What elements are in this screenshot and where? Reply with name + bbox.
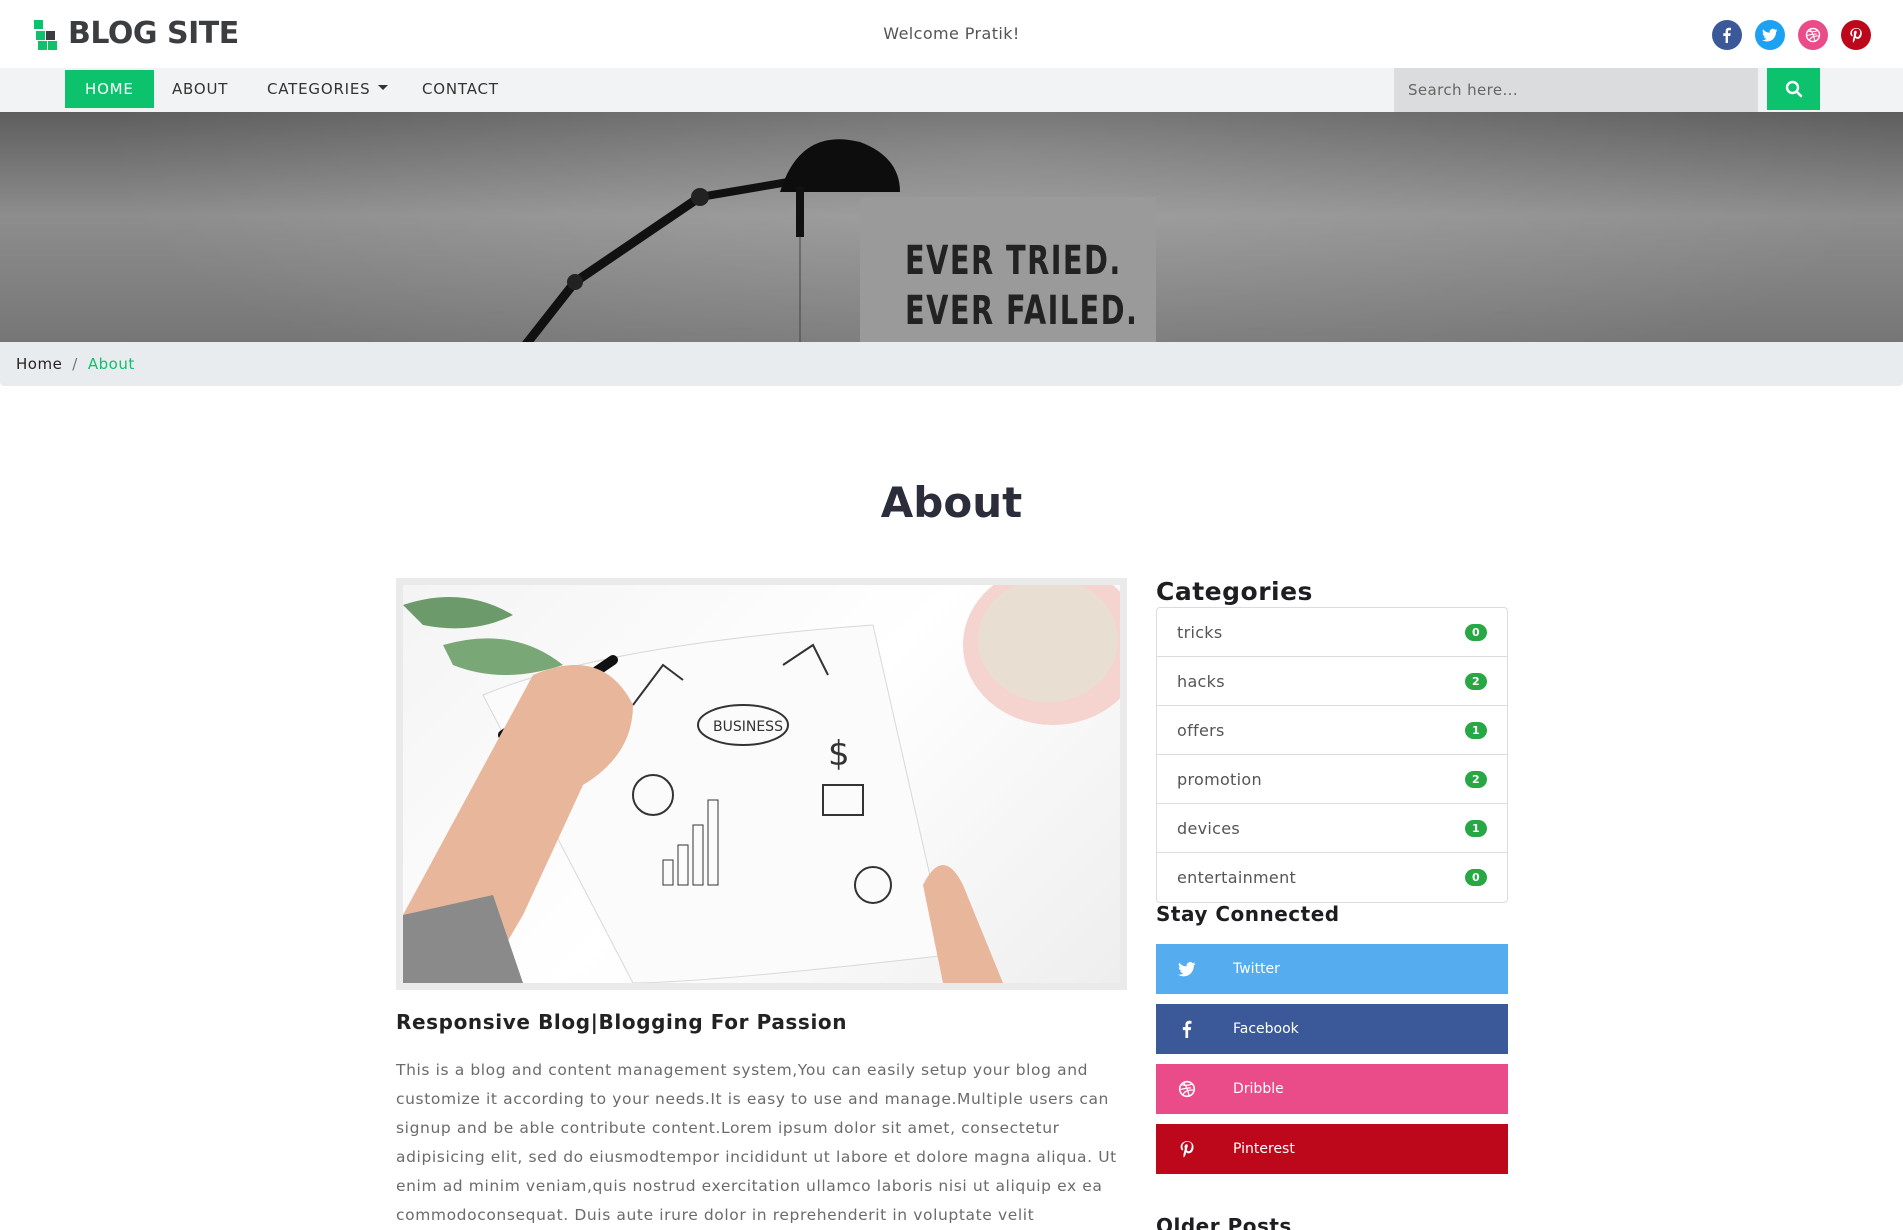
page-title: About — [880, 478, 1023, 527]
svg-text:BUSINESS: BUSINESS — [713, 719, 783, 735]
business-sketch-illustration: BUSINESS $ — [403, 585, 1120, 983]
pinterest-button[interactable]: Pinterest — [1156, 1124, 1508, 1174]
nav-about[interactable]: ABOUT — [152, 70, 248, 108]
nav-categories-dropdown[interactable]: CATEGORIES — [247, 70, 408, 108]
dribbble-button-label: Dribble — [1233, 1081, 1284, 1097]
notebook-drawing: BUSINESS $ — [403, 585, 1120, 983]
category-name: promotion — [1177, 769, 1262, 789]
category-item[interactable]: tricks 0 — [1157, 608, 1507, 657]
main-navbar: HOME ABOUT CATEGORIES CONTACT — [0, 68, 1903, 112]
category-count-badge: 1 — [1465, 721, 1487, 739]
facebook-button-label: Facebook — [1233, 1021, 1299, 1037]
search-icon — [1785, 80, 1802, 98]
post-body: This is a blog and content management sy… — [396, 1061, 1117, 1224]
facebook-button[interactable]: Facebook — [1156, 1004, 1508, 1054]
breadcrumb-current: About — [87, 355, 135, 373]
category-item[interactable]: promotion 2 — [1157, 755, 1507, 804]
search-button[interactable] — [1767, 68, 1820, 110]
twitter-button-label: Twitter — [1233, 961, 1280, 977]
category-count-badge: 1 — [1465, 819, 1487, 837]
older-posts-heading: Older Posts — [1156, 1214, 1292, 1230]
twitter-icon — [1177, 959, 1197, 979]
category-name: offers — [1177, 720, 1225, 740]
twitter-icon — [1762, 28, 1778, 42]
hero-quote: EVER TRIED. EVER FAILED. — [905, 236, 1138, 336]
category-item[interactable]: hacks 2 — [1157, 657, 1507, 706]
category-item[interactable]: offers 1 — [1157, 706, 1507, 755]
facebook-icon — [1177, 1019, 1197, 1039]
category-count-badge: 2 — [1465, 770, 1487, 788]
categories-list: tricks 0 hacks 2 offers 1 promotion 2 device… — [1156, 607, 1508, 903]
breadcrumb-separator: / — [72, 355, 78, 373]
svg-text:$: $ — [828, 734, 850, 774]
category-name: entertainment — [1177, 868, 1297, 887]
dribbble-icon — [1177, 1079, 1197, 1099]
breadcrumb: Home / About — [0, 342, 1903, 386]
welcome-message: Welcome Pratik! — [883, 24, 1020, 43]
header-social-links — [1712, 20, 1871, 50]
twitter-link[interactable] — [1755, 20, 1785, 50]
search-input[interactable] — [1394, 68, 1758, 112]
nav-categories-label: CATEGORIES — [267, 80, 371, 98]
category-count-badge: 2 — [1465, 672, 1487, 690]
post-image: BUSINESS $ — [396, 578, 1127, 990]
category-name: devices — [1177, 818, 1240, 838]
facebook-link[interactable] — [1712, 20, 1742, 50]
dribbble-link[interactable] — [1798, 20, 1828, 50]
pinterest-button-label: Pinterest — [1233, 1141, 1295, 1157]
category-name: hacks — [1177, 671, 1225, 691]
post-title: Responsive Blog|Blogging For Passion — [396, 1010, 848, 1034]
category-name: tricks — [1177, 622, 1223, 642]
twitter-button[interactable]: Twitter — [1156, 944, 1508, 994]
category-item[interactable]: devices 1 — [1157, 804, 1507, 853]
nav-home[interactable]: HOME — [65, 70, 154, 108]
stay-connected-heading: Stay Connected — [1156, 902, 1340, 926]
dribbble-icon — [1805, 27, 1821, 43]
hero-quote-line: EVER TRIED. — [905, 238, 1122, 284]
facebook-icon — [1723, 27, 1731, 43]
hero-quote-line: EVER FAILED. — [905, 288, 1139, 334]
caret-down-icon — [377, 85, 388, 90]
breadcrumb-home-link[interactable]: Home — [16, 355, 62, 373]
pinterest-icon — [1850, 28, 1862, 43]
category-count-badge: 0 — [1465, 623, 1487, 641]
pinterest-icon — [1177, 1139, 1197, 1159]
dribbble-button[interactable]: Dribble — [1156, 1064, 1508, 1114]
category-count-badge: 0 — [1465, 869, 1487, 886]
nav-contact[interactable]: CONTACT — [402, 70, 519, 108]
categories-heading: Categories — [1156, 577, 1313, 606]
pinterest-link[interactable] — [1841, 20, 1871, 50]
hero-banner: EVER TRIED. EVER FAILED. — [0, 112, 1903, 342]
top-bar: BLOG SITE Welcome Pratik! — [0, 0, 1903, 68]
category-item[interactable]: entertainment 0 — [1157, 853, 1507, 902]
